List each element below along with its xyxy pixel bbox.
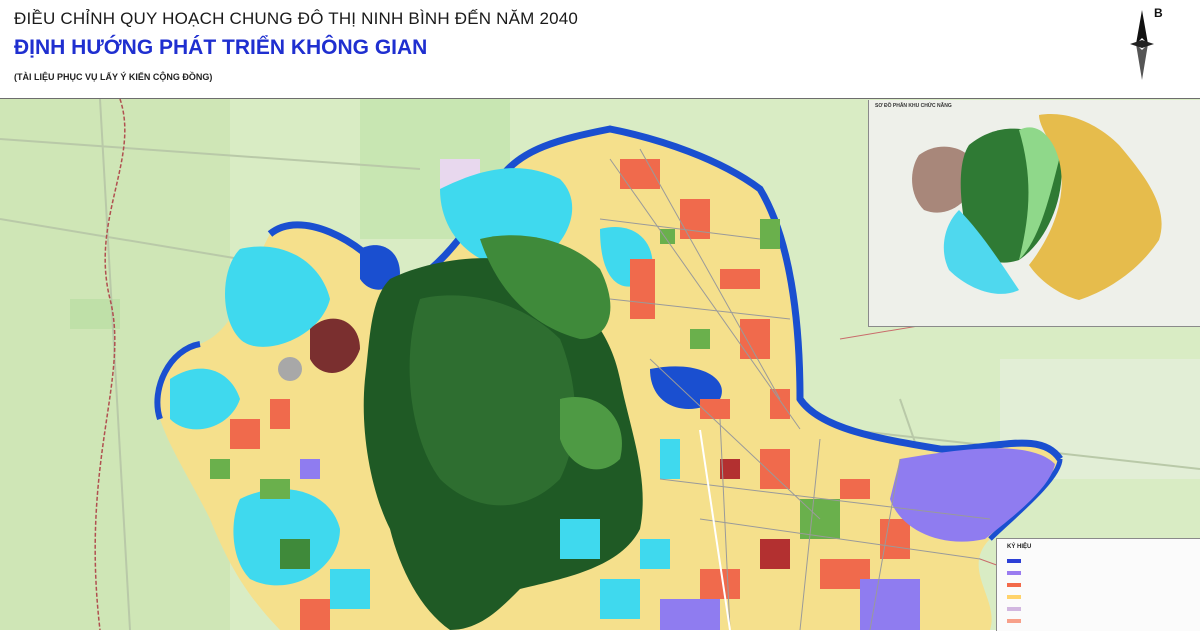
map-legend[interactable]: KÝ HIỆU <box>996 538 1200 631</box>
legend-item <box>1007 605 1027 613</box>
legend-item <box>1007 617 1027 625</box>
legend-swatch <box>1007 559 1021 563</box>
legend-swatch <box>1007 619 1021 623</box>
inset-title: SƠ ĐỒ PHÂN KHU CHỨC NĂNG <box>875 103 952 109</box>
map-header: ĐIỀU CHỈNH QUY HOẠCH CHUNG ĐÔ THỊ NINH B… <box>0 0 1200 98</box>
legend-swatch <box>1007 583 1021 587</box>
north-label: B <box>1154 6 1163 20</box>
north-arrow-icon: B <box>1124 4 1164 80</box>
legend-swatch <box>1007 607 1021 611</box>
map-subtitle: ĐỊNH HƯỚNG PHÁT TRIỂN KHÔNG GIAN <box>14 36 428 59</box>
legend-swatch <box>1007 571 1021 575</box>
function-zone-inset[interactable]: SƠ ĐỒ PHÂN KHU CHỨC NĂNG <box>868 100 1200 327</box>
legend-swatch <box>1007 595 1021 599</box>
map-note: (TÀI LIỆU PHỤC VỤ LẤY Ý KIẾN CỘNG ĐỒNG) <box>14 72 213 82</box>
legend-item <box>1007 593 1027 601</box>
industrial-south <box>860 579 920 630</box>
legend-item <box>1007 581 1027 589</box>
map-title: ĐIỀU CHỈNH QUY HOẠCH CHUNG ĐÔ THỊ NINH B… <box>14 9 579 28</box>
legend-item <box>1007 569 1027 577</box>
inset-map <box>869 100 1200 326</box>
legend-item <box>1007 557 1027 565</box>
legend-title: KÝ HIỆU <box>1007 544 1032 550</box>
land-grey-block <box>278 357 302 381</box>
